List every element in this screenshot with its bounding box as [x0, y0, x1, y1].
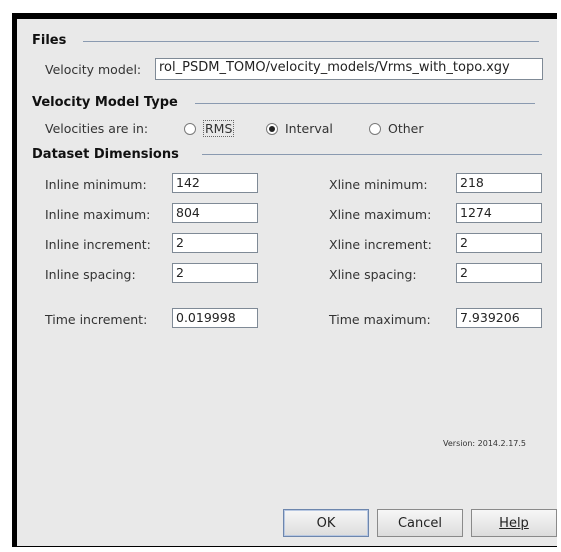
velocities-prompt-label: Velocities are in:: [45, 121, 149, 136]
velocity-type-section-rule: [195, 103, 535, 104]
time-maximum-field[interactable]: 7.939206: [456, 308, 542, 328]
files-section-title: Files: [32, 33, 67, 48]
inline-spacing-field[interactable]: 2: [172, 263, 258, 283]
velocity-type-section-title: Velocity Model Type: [32, 95, 178, 110]
rms-radio-label[interactable]: RMS: [203, 120, 235, 137]
xline-spacing-label: Xline spacing:: [329, 267, 417, 282]
cancel-button[interactable]: Cancel: [377, 509, 463, 537]
files-section-rule: [83, 41, 539, 42]
velocity-model-field[interactable]: rol_PSDM_TOMO/velocity_models/Vrms_with_…: [155, 58, 543, 80]
inline-minimum-label: Inline minimum:: [45, 177, 147, 192]
xline-spacing-field[interactable]: 2: [456, 263, 542, 283]
xline-minimum-field[interactable]: 218: [456, 173, 542, 193]
xline-increment-field[interactable]: 2: [456, 233, 542, 253]
inline-spacing-label: Inline spacing:: [45, 267, 136, 282]
time-increment-field[interactable]: 0.019998: [172, 308, 258, 328]
other-radio[interactable]: [369, 123, 381, 135]
velocity-model-label: Velocity model:: [45, 62, 142, 77]
time-maximum-label: Time maximum:: [329, 312, 431, 327]
dimensions-section-rule: [202, 154, 542, 155]
help-button[interactable]: Help: [471, 509, 557, 537]
inline-minimum-field[interactable]: 142: [172, 173, 258, 193]
velocity-model-dialog: Files Velocity model: rol_PSDM_TOMO/velo…: [17, 19, 557, 546]
xline-increment-label: Xline increment:: [329, 237, 432, 252]
interval-radio[interactable]: [266, 123, 278, 135]
time-increment-label: Time increment:: [45, 312, 148, 327]
inline-increment-field[interactable]: 2: [172, 233, 258, 253]
ok-button[interactable]: OK: [283, 509, 369, 537]
inline-maximum-label: Inline maximum:: [45, 207, 151, 222]
inline-increment-label: Inline increment:: [45, 237, 151, 252]
version-label: Version: 2014.2.17.5: [443, 439, 527, 448]
inline-maximum-field[interactable]: 804: [172, 203, 258, 223]
interval-radio-label[interactable]: Interval: [285, 121, 333, 136]
dimensions-section-title: Dataset Dimensions: [32, 147, 179, 162]
other-radio-label[interactable]: Other: [388, 121, 424, 136]
rms-radio[interactable]: [184, 123, 196, 135]
xline-maximum-label: Xline maximum:: [329, 207, 432, 222]
xline-maximum-field[interactable]: 1274: [456, 203, 542, 223]
xline-minimum-label: Xline minimum:: [329, 177, 428, 192]
